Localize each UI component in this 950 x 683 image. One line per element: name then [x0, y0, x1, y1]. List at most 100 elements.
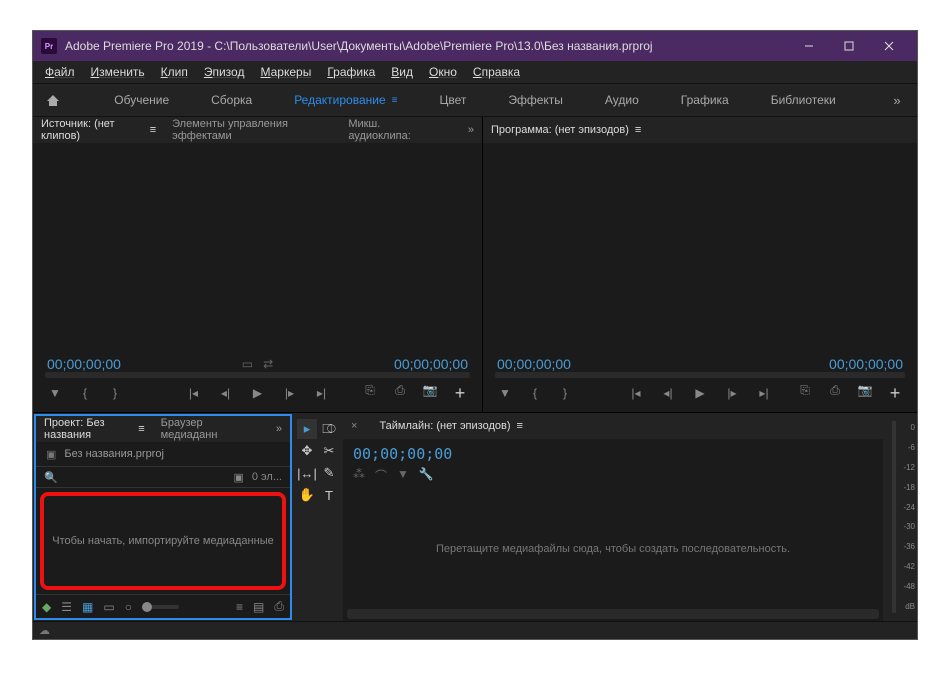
- tab-program[interactable]: Программа: (нет эпизодов)≡: [491, 124, 641, 136]
- cloud-sync-icon[interactable]: ☁: [39, 624, 50, 637]
- source-monitor[interactable]: 00;00;00;00 ▭ ⇄ 00;00;00;00 ▼ { } |◂ ◂| ▶…: [33, 143, 482, 412]
- menu-sequence[interactable]: Эпизод: [198, 63, 251, 81]
- go-to-out-button[interactable]: ▸|: [314, 386, 330, 400]
- export-frame-button[interactable]: 📷: [857, 383, 873, 404]
- menu-file[interactable]: Файл: [39, 63, 81, 81]
- home-button[interactable]: [33, 93, 73, 107]
- automate-button[interactable]: ▤: [253, 600, 264, 614]
- source-tc-out[interactable]: 00;00;00;00: [394, 356, 468, 372]
- menu-markers[interactable]: Маркеры: [254, 63, 317, 81]
- step-back-button[interactable]: ◂|: [660, 386, 676, 400]
- program-tc-out[interactable]: 00;00;00;00: [829, 356, 903, 372]
- tools-panel: ▸⎄ ✥✂ |↔|✎ ✋T: [293, 413, 343, 621]
- ws-color[interactable]: Цвет: [435, 87, 470, 113]
- linked-selection-icon[interactable]: ⌒: [375, 467, 387, 484]
- timeline-scrollbar[interactable]: [347, 609, 879, 619]
- menu-edit[interactable]: Изменить: [85, 63, 151, 81]
- mark-in-button[interactable]: {: [77, 386, 93, 400]
- fit-icon[interactable]: ▭: [242, 357, 253, 371]
- tab-audio-mixer[interactable]: Микш. аудиоклипа:: [348, 118, 436, 142]
- program-monitor[interactable]: 00;00;00;00 00;00;00;00 ▼ { } |◂ ◂| ▶ |▸…: [483, 143, 917, 412]
- step-fwd-button[interactable]: |▸: [282, 386, 298, 400]
- panel-menu-icon[interactable]: ≡: [517, 420, 523, 432]
- ws-libraries[interactable]: Библиотеки: [767, 87, 840, 113]
- settings-icon[interactable]: ⇄: [263, 357, 273, 371]
- write-lock-icon[interactable]: ◆: [42, 600, 51, 614]
- ws-overflow[interactable]: »: [877, 93, 917, 108]
- source-tc-in[interactable]: 00;00;00;00: [47, 356, 121, 372]
- ws-effects[interactable]: Эффекты: [504, 87, 567, 113]
- maximize-button[interactable]: [829, 31, 869, 61]
- sort-button[interactable]: ≡: [236, 600, 243, 614]
- close-tab-icon[interactable]: ×: [351, 420, 357, 432]
- close-button[interactable]: [869, 31, 909, 61]
- tab-project[interactable]: Проект: Без названия≡: [44, 417, 145, 441]
- panel-menu-icon[interactable]: ≡: [150, 124, 156, 136]
- audio-meter[interactable]: 0 -6 -12 -18 -24 -30 -36 -42 -48 dB: [883, 413, 917, 621]
- razor-tool[interactable]: ✂: [319, 441, 339, 461]
- tab-media-browser[interactable]: Браузер медиаданн: [161, 417, 244, 441]
- zoom-out-icon[interactable]: ○: [125, 600, 132, 614]
- hand-tool[interactable]: ✋: [297, 485, 317, 505]
- menu-view[interactable]: Вид: [385, 63, 419, 81]
- tab-timeline[interactable]: Таймлайн: (нет эпизодов)≡: [379, 420, 522, 432]
- overwrite-button[interactable]: ⎙: [392, 383, 408, 404]
- extract-button[interactable]: ⎙: [827, 383, 843, 404]
- ws-graphics[interactable]: Графика: [677, 87, 733, 113]
- menu-graphics[interactable]: Графика: [321, 63, 381, 81]
- titlebar[interactable]: Pr Adobe Premiere Pro 2019 - C:\Пользова…: [33, 31, 917, 61]
- menu-clip[interactable]: Клип: [155, 63, 194, 81]
- export-frame-button[interactable]: 📷: [422, 383, 438, 404]
- menu-window[interactable]: Окно: [423, 63, 463, 81]
- project-drop-area[interactable]: Чтобы начать, импортируйте медиаданные: [40, 492, 286, 590]
- freeform-view-button[interactable]: ▭: [103, 600, 114, 614]
- mark-out-button[interactable]: }: [557, 386, 573, 400]
- ws-audio[interactable]: Аудио: [601, 87, 643, 113]
- button-editor[interactable]: +: [452, 383, 468, 404]
- find-button[interactable]: ⎙: [274, 599, 284, 614]
- lift-button[interactable]: ⎘: [797, 383, 813, 404]
- minimize-button[interactable]: [789, 31, 829, 61]
- timeline-tracks[interactable]: Перетащите медиафайлы сюда, чтобы создат…: [343, 490, 883, 607]
- tab-effect-controls[interactable]: Элементы управления эффектами: [172, 118, 332, 142]
- step-fwd-button[interactable]: |▸: [724, 386, 740, 400]
- mark-in-button[interactable]: {: [527, 386, 543, 400]
- program-tc-in[interactable]: 00;00;00;00: [497, 356, 571, 372]
- go-to-out-button[interactable]: ▸|: [756, 386, 772, 400]
- tab-source[interactable]: Источник: (нет клипов)≡: [41, 118, 156, 142]
- pen-tool[interactable]: ✎: [319, 463, 339, 483]
- panel-menu-icon[interactable]: ≡: [138, 423, 144, 435]
- play-button[interactable]: ▶: [250, 386, 266, 400]
- tabs-overflow[interactable]: »: [468, 124, 474, 136]
- ws-editing[interactable]: Редактирование≡: [290, 87, 401, 113]
- go-to-in-button[interactable]: |◂: [186, 386, 202, 400]
- ws-learning[interactable]: Обучение: [110, 87, 173, 113]
- selection-tool[interactable]: ▸: [297, 419, 317, 439]
- add-marker-icon[interactable]: ▼: [397, 467, 409, 484]
- insert-button[interactable]: ⎘: [362, 383, 378, 404]
- timeline-settings-icon[interactable]: 🔧: [419, 467, 434, 484]
- menu-help[interactable]: Справка: [467, 63, 526, 81]
- bin-icon[interactable]: ▣: [233, 471, 243, 484]
- ws-assembly[interactable]: Сборка: [207, 87, 256, 113]
- step-back-button[interactable]: ◂|: [218, 386, 234, 400]
- snap-icon[interactable]: ⁂: [353, 467, 365, 484]
- icon-view-button[interactable]: ▦: [82, 600, 93, 614]
- thumbnail-size-slider[interactable]: [142, 605, 179, 609]
- tabs-overflow[interactable]: »: [276, 423, 282, 435]
- play-button[interactable]: ▶: [692, 386, 708, 400]
- ripple-edit-tool[interactable]: ✥: [297, 441, 317, 461]
- search-icon[interactable]: 🔍: [44, 471, 58, 484]
- mark-out-button[interactable]: }: [107, 386, 123, 400]
- panel-menu-icon[interactable]: ≡: [635, 124, 641, 136]
- list-view-button[interactable]: ☰: [61, 600, 72, 614]
- add-marker-button[interactable]: ▼: [47, 386, 63, 400]
- timeline-timecode[interactable]: 00;00;00;00: [353, 445, 873, 463]
- track-select-tool[interactable]: ⎄: [319, 419, 339, 439]
- add-marker-button[interactable]: ▼: [497, 386, 513, 400]
- panel-menu-icon[interactable]: ≡: [392, 95, 398, 106]
- type-tool[interactable]: T: [319, 485, 339, 505]
- go-to-in-button[interactable]: |◂: [628, 386, 644, 400]
- slip-tool[interactable]: |↔|: [297, 463, 317, 483]
- button-editor[interactable]: +: [887, 383, 903, 404]
